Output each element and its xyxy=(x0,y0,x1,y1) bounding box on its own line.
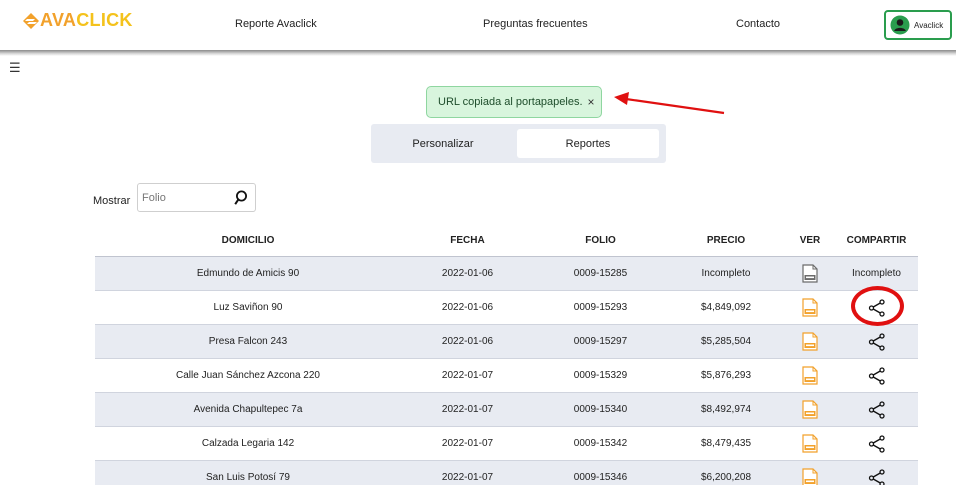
account-label: Avaclick xyxy=(914,20,944,30)
cell-ver xyxy=(785,427,835,460)
header-shadow xyxy=(0,50,956,56)
nav-reporte-avaclick[interactable]: Reporte Avaclick xyxy=(235,18,317,30)
col-header-precio: PRECIO xyxy=(706,234,746,246)
table-row: San Luis Potosí 79 2022-01-07 0009-15346… xyxy=(95,461,918,485)
pdf-icon[interactable] xyxy=(802,434,818,453)
logo[interactable]: AVACLICK xyxy=(22,10,133,31)
table-row: Calle Juan Sánchez Azcona 220 2022-01-07… xyxy=(95,359,918,393)
cell-domicilio: Calle Juan Sánchez Azcona 220 xyxy=(176,370,320,381)
cell-fecha: 2022-01-07 xyxy=(441,438,494,449)
cell-precio: $5,285,504 xyxy=(700,336,752,347)
nav-contacto[interactable]: Contacto xyxy=(736,18,780,30)
cell-folio: 0009-15346 xyxy=(573,472,628,483)
share-icon[interactable] xyxy=(868,366,886,385)
cell-precio: $6,200,208 xyxy=(700,472,752,483)
cell-folio: 0009-15329 xyxy=(573,370,628,381)
cell-fecha: 2022-01-07 xyxy=(441,370,494,381)
cell-domicilio: Luz Saviñon 90 xyxy=(213,302,283,313)
cell-folio: 0009-15293 xyxy=(573,302,628,313)
search-icon[interactable] xyxy=(234,190,248,206)
cell-ver xyxy=(785,291,835,324)
pdf-icon[interactable] xyxy=(802,332,818,351)
table-row: Presa Falcon 243 2022-01-06 0009-15297 $… xyxy=(95,325,918,359)
cell-folio: 0009-15297 xyxy=(573,336,628,347)
cell-compartir xyxy=(835,427,918,460)
search-box xyxy=(137,183,256,212)
share-icon[interactable] xyxy=(868,332,886,351)
cell-compartir xyxy=(835,393,918,426)
logo-text-ava: AVA xyxy=(40,10,77,30)
pdf-icon[interactable] xyxy=(802,468,818,485)
tab-reportes[interactable]: Reportes xyxy=(517,129,659,158)
cell-ver xyxy=(785,257,835,290)
cell-ver xyxy=(785,359,835,392)
col-header-ver: VER xyxy=(799,234,821,246)
cell-domicilio: Edmundo de Amicis 90 xyxy=(196,268,300,279)
toast-close-icon[interactable]: × xyxy=(588,95,595,109)
pdf-icon[interactable] xyxy=(802,400,818,419)
cell-precio: $4,849,092 xyxy=(700,302,752,313)
cell-domicilio: Avenida Chapultepec 7a xyxy=(193,404,303,415)
cell-fecha: 2022-01-07 xyxy=(441,404,494,415)
cell-compartir: Incompleto xyxy=(852,268,901,279)
col-header-folio: FOLIO xyxy=(585,234,616,246)
table-row: Avenida Chapultepec 7a 2022-01-07 0009-1… xyxy=(95,393,918,427)
logo-text-click: CLICK xyxy=(76,10,133,30)
cell-compartir xyxy=(835,359,918,392)
account-button[interactable]: Avaclick xyxy=(884,10,952,40)
share-icon[interactable] xyxy=(868,468,886,485)
reports-table: DOMICILIO FECHA FOLIO PRECIO VER COMPART… xyxy=(95,224,918,485)
cell-fecha: 2022-01-06 xyxy=(441,268,494,279)
cell-ver xyxy=(785,393,835,426)
cell-fecha: 2022-01-06 xyxy=(441,336,494,347)
cell-compartir xyxy=(835,291,918,324)
copy-toast: URL copiada al portapapeles. × xyxy=(426,86,602,118)
logo-text: AVACLICK xyxy=(40,10,133,31)
cell-fecha: 2022-01-06 xyxy=(441,302,494,313)
pdf-icon[interactable] xyxy=(802,366,818,385)
ava-diamond-logo-icon xyxy=(23,12,39,29)
share-icon[interactable] xyxy=(868,400,886,419)
table-row: Luz Saviñon 90 2022-01-06 0009-15293 $4,… xyxy=(95,291,918,325)
table-header: DOMICILIO FECHA FOLIO PRECIO VER COMPART… xyxy=(95,224,918,257)
tab-personalizar[interactable]: Personalizar xyxy=(375,129,511,158)
cell-precio: Incompleto xyxy=(701,268,751,279)
cell-ver xyxy=(785,461,835,485)
col-header-compartir: COMPARTIR xyxy=(846,234,907,246)
cell-folio: 0009-15285 xyxy=(573,268,628,279)
cell-precio: $5,876,293 xyxy=(700,370,752,381)
cell-ver xyxy=(785,325,835,358)
cell-folio: 0009-15340 xyxy=(573,404,628,415)
top-header: AVACLICK Reporte Avaclick Preguntas frec… xyxy=(0,0,956,50)
nav-preguntas-frecuentes[interactable]: Preguntas frecuentes xyxy=(483,18,588,30)
user-avatar-icon xyxy=(890,15,910,35)
cell-domicilio: San Luis Potosí 79 xyxy=(206,472,290,483)
search-input[interactable] xyxy=(142,189,230,207)
cell-compartir xyxy=(835,325,918,358)
view-tabs: Personalizar Reportes xyxy=(371,124,666,163)
menu-icon[interactable]: ☰ xyxy=(9,61,21,74)
search-label: Mostrar xyxy=(93,195,131,207)
cell-domicilio: Presa Falcon 243 xyxy=(208,336,288,347)
cell-precio: $8,492,974 xyxy=(700,404,752,415)
pdf-icon[interactable] xyxy=(802,264,818,283)
cell-folio: 0009-15342 xyxy=(573,438,628,449)
share-icon[interactable] xyxy=(868,434,886,453)
cell-domicilio: Calzada Legaria 142 xyxy=(201,438,295,449)
pdf-icon[interactable] xyxy=(802,298,818,317)
cell-compartir xyxy=(835,461,918,485)
cell-precio: $8,479,435 xyxy=(700,438,752,449)
annotation-arrow-icon xyxy=(614,92,725,115)
col-header-fecha: FECHA xyxy=(450,234,485,246)
table-row: Calzada Legaria 142 2022-01-07 0009-1534… xyxy=(95,427,918,461)
share-icon[interactable] xyxy=(868,298,886,317)
toast-message: URL copiada al portapapeles. xyxy=(438,96,583,108)
col-header-domicilio: DOMICILIO xyxy=(221,234,275,246)
table-row: Edmundo de Amicis 90 2022-01-06 0009-152… xyxy=(95,257,918,291)
cell-fecha: 2022-01-07 xyxy=(441,472,494,483)
